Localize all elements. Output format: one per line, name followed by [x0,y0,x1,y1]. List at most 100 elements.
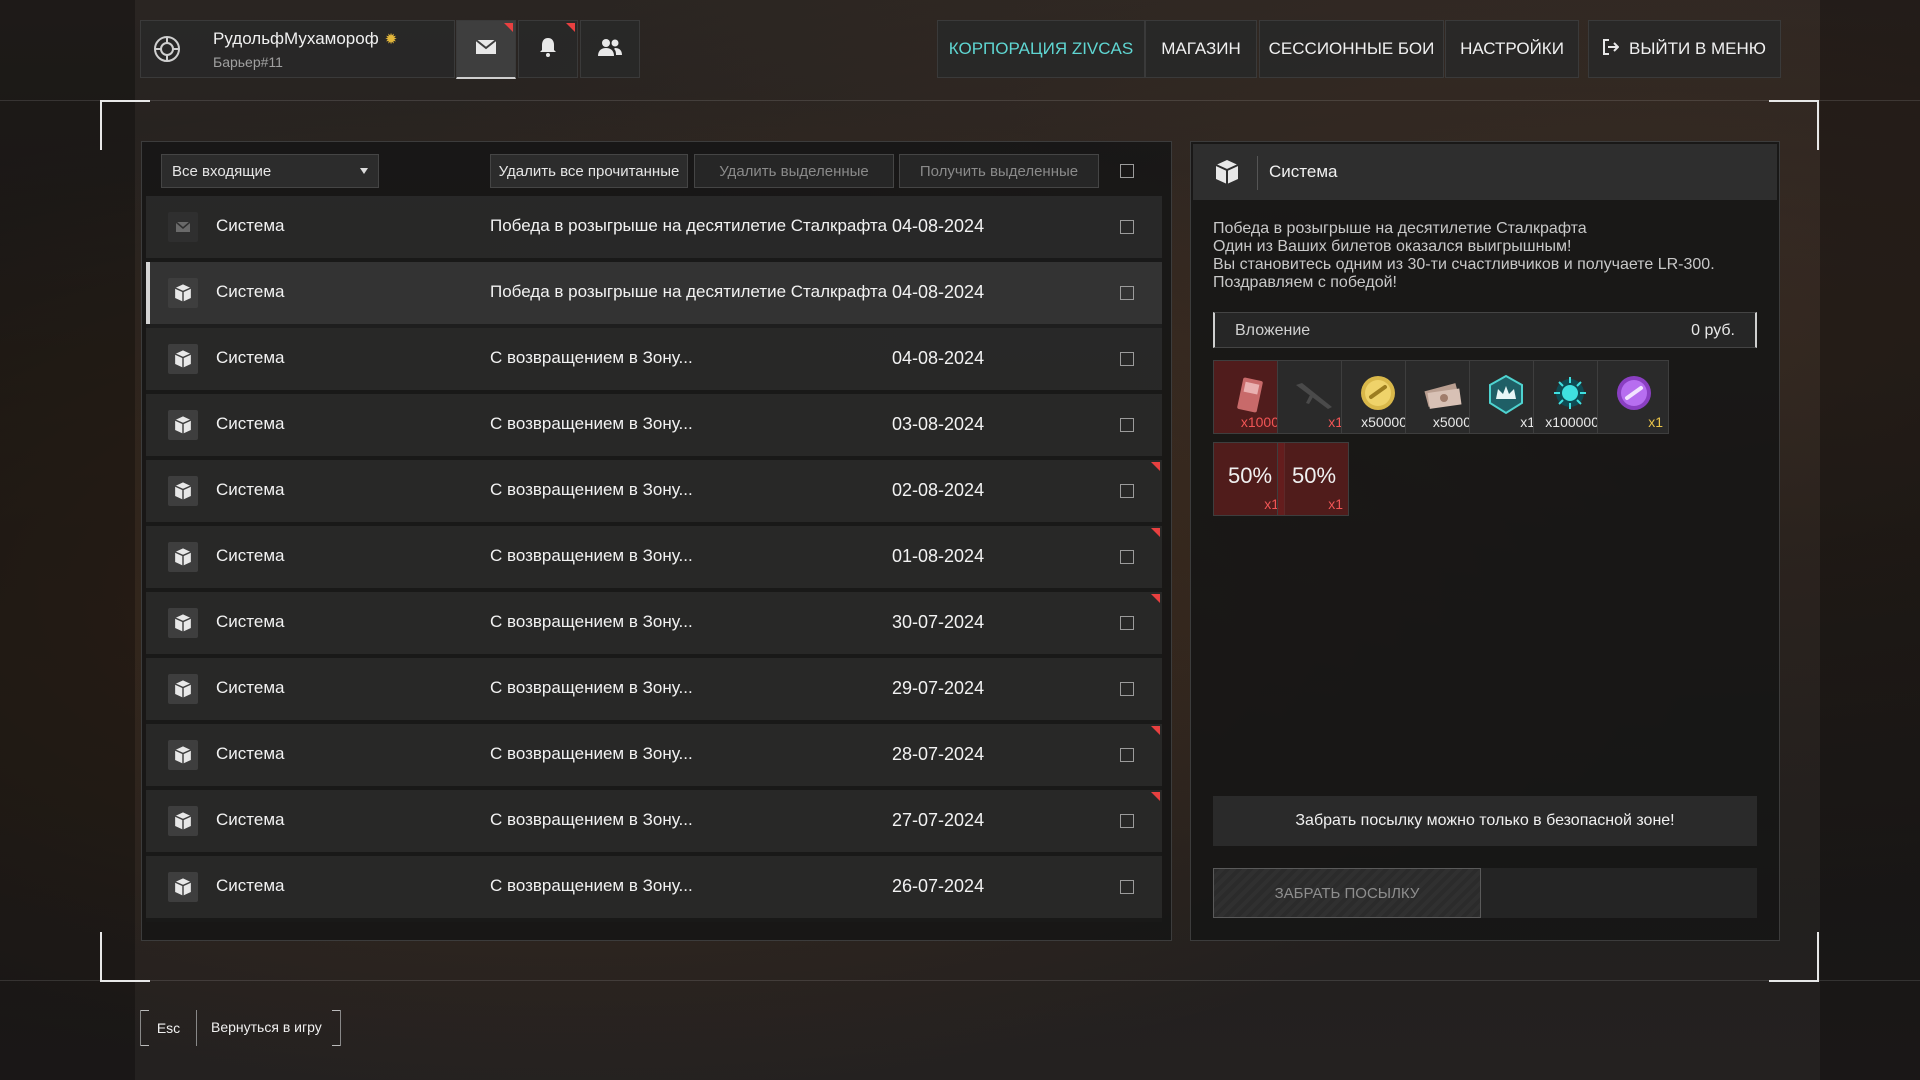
package-icon [168,872,198,902]
bottom-divider [0,980,1920,981]
message-sender: Система [1269,162,1338,181]
nav-shop[interactable]: МАГАЗИН [1145,20,1257,78]
unread-marker [1151,462,1160,471]
mail-row[interactable]: Система С возвращением в Зону... 26-07-202… [146,856,1162,922]
mail-checkbox[interactable] [1120,748,1134,762]
bell-icon [539,37,557,62]
header-separator [1257,156,1258,190]
mail-subject: С возвращением в Зону... [490,348,693,367]
notifications-button[interactable] [518,20,578,78]
delete-selected-button[interactable]: Удалить выделенные [694,154,894,188]
attachment-item[interactable]: 50% x1 [1213,442,1285,516]
mail-sender: Система [216,612,285,631]
left-shade [0,0,135,1080]
profile-card[interactable]: РудольфМухаморoф ✹ Барьер#11 [140,20,455,78]
mail-checkbox[interactable] [1120,880,1134,894]
nav-settings[interactable]: НАСТРОЙКИ [1445,20,1579,78]
take-package-button[interactable]: ЗАБРАТЬ ПОСЫЛКУ [1213,868,1481,918]
package-icon [168,608,198,638]
nav-exit-menu[interactable]: ВЫЙТИ В МЕНЮ [1588,20,1781,78]
ticket-icon [1237,377,1263,413]
delete-read-button[interactable]: Удалить все прочитанные [490,154,688,188]
mail-checkbox[interactable] [1120,616,1134,630]
chevron-down-icon [360,168,368,174]
message-header: Система [1193,144,1777,200]
mail-checkbox[interactable] [1120,352,1134,366]
mail-subject: С возвращением в Зону... [490,546,693,565]
attachment-item[interactable]: x5000 [1405,360,1477,434]
mail-row[interactable]: Система С возвращением в Зону... 01-08-202… [146,526,1162,592]
mail-row[interactable]: Система Победа в розыгрыше на десятилетие… [146,196,1162,262]
mail-row[interactable]: Система С возвращением в Зону... 04-08-202… [146,328,1162,394]
message-line: Поздравляем с победой! [1213,274,1397,291]
mail-row[interactable]: Система С возвращением в Зону... 02-08-202… [146,460,1162,526]
mail-subject: С возвращением в Зону... [490,414,693,433]
attachment-item[interactable]: x50000 [1341,360,1413,434]
mail-button[interactable] [456,20,516,79]
mail-date: 02-08-2024 [892,480,985,500]
item-qty: x1 [1648,414,1663,430]
mail-subject: С возвращением в Зону... [490,876,693,895]
energy-orb-icon [1554,377,1586,409]
message-line: Один из Ваших билетов оказался выигрышны… [1213,238,1572,255]
mail-subject: Победа в розыгрыше на десятилетие Сталкр… [490,216,888,235]
mail-sender: Система [216,546,285,565]
mail-sender: Система [216,282,285,301]
receive-selected-button[interactable]: Получить выделенные [899,154,1099,188]
mail-row[interactable]: Система Победа в розыгрыше на десятилетие… [146,262,1162,328]
attachment-item[interactable]: x1 [1597,360,1669,434]
discount-percent: 50% [1227,463,1273,488]
nav-corporation[interactable]: КОРПОРАЦИЯ ZIVCAS [937,20,1145,78]
item-qty: x1 [1328,496,1343,512]
mail-checkbox[interactable] [1120,550,1134,564]
unread-marker [1151,528,1160,537]
message-line: Вы становитесь одним из 30-ти счастливчи… [1213,256,1715,273]
mail-sender: Система [216,216,285,235]
mail-checkbox[interactable] [1120,220,1134,234]
mail-checkbox[interactable] [1120,814,1134,828]
mail-sender: Система [216,876,285,895]
attachment-item[interactable]: x100000 [1533,360,1605,434]
message-line: Победа в розыгрыше на десятилетие Сталкр… [1213,220,1587,237]
attachment-item[interactable]: x1000 [1213,360,1285,434]
mail-checkbox[interactable] [1120,418,1134,432]
mail-checkbox[interactable] [1120,682,1134,696]
mail-row[interactable]: Система С возвращением в Зону... 03-08-202… [146,394,1162,460]
mail-row[interactable]: Система С возвращением в Зону... 27-07-202… [146,790,1162,856]
button-filler [1481,868,1757,918]
mail-row[interactable]: Система С возвращением в Зону... 28-07-202… [146,724,1162,790]
inbox-filter-select[interactable]: Все входящие [161,154,379,188]
mail-subject: С возвращением в Зону... [490,744,693,763]
mail-subject: С возвращением в Зону... [490,480,693,499]
attachment-item[interactable]: x1 [1277,360,1349,434]
mail-date: 04-08-2024 [892,348,985,368]
top-divider [0,100,1920,101]
attachment-item[interactable]: x1 [1469,360,1541,434]
mail-subject: С возвращением в Зону... [490,612,693,631]
inbox-filter-value: Все входящие [172,162,272,180]
mail-sender: Система [216,678,285,697]
mail-sender: Система [216,480,285,499]
exit-label: ВЫЙТИ В МЕНЮ [1629,39,1766,58]
attachment-label: Вложение [1235,322,1311,339]
unread-marker [1151,594,1160,603]
message-panel: Система Победа в розыгрыше на десятилети… [1190,141,1780,941]
friends-button[interactable] [580,20,640,78]
mail-checkbox[interactable] [1120,286,1134,300]
package-icon [168,674,198,704]
mail-row[interactable]: Система С возвращением в Зону... 29-07-202… [146,658,1162,724]
mail-row[interactable]: Система С возвращением в Зону... 30-07-202… [146,592,1162,658]
mail-subject: С возвращением в Зону... [490,678,693,697]
attachment-item[interactable]: 50% x1 [1277,442,1349,516]
nav-session-battles[interactable]: СЕССИОННЫЕ БОИ [1259,20,1444,78]
back-to-game-hint[interactable]: Esc Вернуться в игру [140,1010,341,1046]
mail-checkbox[interactable] [1120,484,1134,498]
profile-name: РудольфМухаморoф [213,29,379,48]
item-qty: x1000 [1240,414,1279,430]
profile-name-wrap: РудольфМухаморoф ✹ [213,29,397,49]
envelope-icon [168,212,198,242]
select-all-checkbox[interactable] [1120,164,1134,178]
safe-zone-warning: Забрать посылку можно только в безопасно… [1213,796,1757,846]
mail-date: 04-08-2024 [892,282,985,302]
rank-gear-icon: ✹ [384,31,398,48]
